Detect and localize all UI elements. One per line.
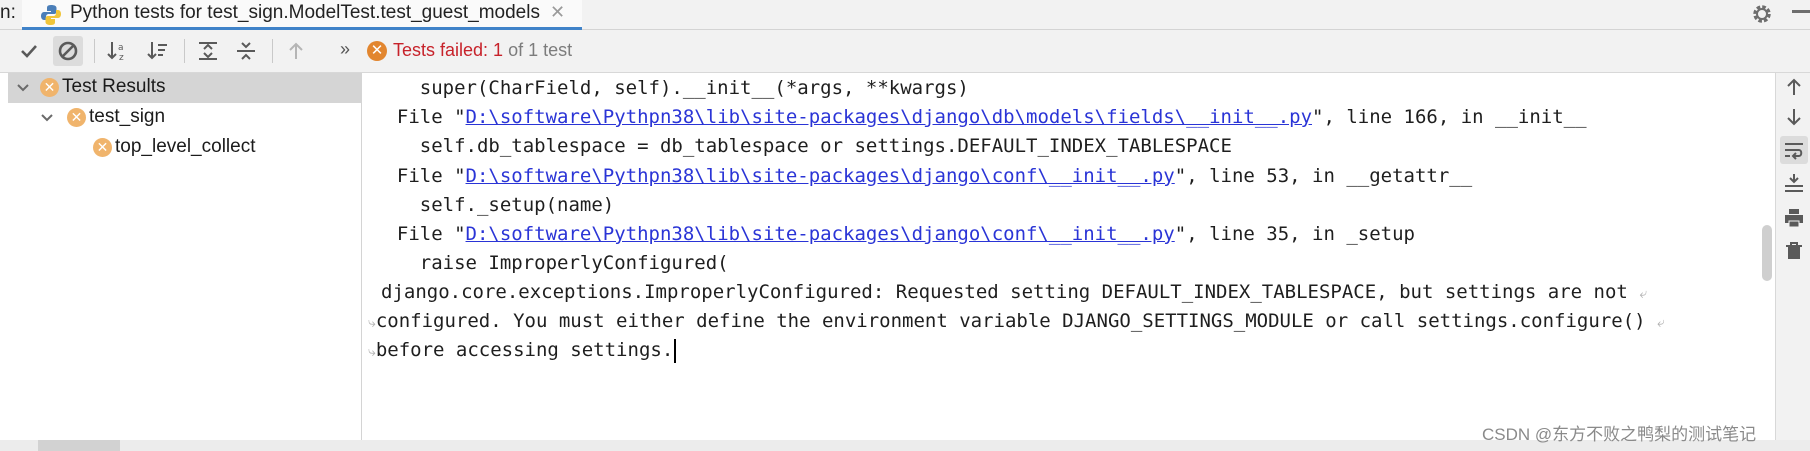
collapse-all-icon (237, 42, 255, 60)
test-status: Tests failed: 1 of 1 test (393, 40, 572, 61)
chevron-down-icon[interactable] (40, 111, 54, 125)
status-total: of 1 test (503, 40, 573, 60)
tab-title: Python tests for test_sign.ModelTest.tes… (70, 2, 540, 23)
tree-item-label: top_level_collect (115, 136, 256, 157)
console-line: django.core.exceptions.ImproperlyConfigu… (381, 281, 1648, 303)
svg-text:a: a (118, 43, 124, 53)
sort-alphabetically-button[interactable]: a z (103, 36, 133, 66)
test-results-tree: ✕ Test Results ✕ test_sign ✕ top_level_c… (0, 73, 362, 440)
watermark: CSDN @东方不败之鸭梨的测试笔记 (1482, 425, 1757, 444)
status-failed-count: 1 (493, 40, 504, 60)
tree-item-test-results[interactable]: ✕ Test Results (8, 73, 362, 103)
toolbar-separator (272, 39, 273, 63)
console-line: File "D:\software\Pythpn38\lib\site-pack… (396, 165, 1473, 187)
console-line: raise ImproperlyConfigured( (419, 252, 729, 274)
print-icon (1785, 209, 1803, 228)
collapse-all-button[interactable] (231, 36, 261, 66)
soft-wrap-icon: ⤷ (368, 344, 376, 360)
soft-wrap-icon: ⤶ (1657, 315, 1665, 331)
run-label: n: (0, 2, 16, 23)
more-actions-icon[interactable]: » (340, 39, 350, 60)
previous-failed-test-button[interactable] (281, 36, 311, 66)
tree-item-label: Test Results (62, 76, 166, 97)
previous-failure-icon (289, 42, 303, 59)
soft-wrap-icon: ⤶ (1639, 286, 1648, 302)
console-line: self.db_tablespace = db_tablespace or se… (419, 135, 1232, 157)
show-ignored-button[interactable] (53, 36, 83, 66)
soft-wrap-icon: ⤷ (368, 315, 376, 331)
console-scrollbar[interactable] (1762, 225, 1772, 281)
console-side-toolbar (1775, 73, 1810, 440)
test-toolbar: a z » ✕ Tests failed: 1 of 1 test (0, 30, 1810, 73)
console-line: File "D:\software\Pythpn38\lib\site-pack… (396, 223, 1415, 245)
file-link[interactable]: D:\software\Pythpn38\lib\site-packages\d… (466, 106, 1312, 128)
file-link[interactable]: D:\software\Pythpn38\lib\site-packages\d… (466, 223, 1175, 245)
console-output[interactable]: super(CharField, self).__init__(*args, *… (362, 73, 1762, 440)
scroll-to-end-button[interactable] (1780, 169, 1808, 197)
status-failed-label: Tests failed: (393, 40, 494, 60)
trash-icon (1786, 242, 1802, 259)
file-link[interactable]: D:\software\Pythpn38\lib\site-packages\d… (466, 165, 1175, 187)
console-line: ⤷configured. You must either define the … (368, 310, 1665, 332)
print-button[interactable] (1780, 204, 1808, 232)
up-stack-button[interactable] (1780, 73, 1808, 101)
down-stack-button[interactable] (1780, 103, 1808, 131)
gear-icon[interactable] (1750, 2, 1774, 26)
show-passed-button[interactable] (14, 36, 44, 66)
console-line: super(CharField, self).__init__(*args, *… (419, 77, 969, 99)
svg-text:z: z (119, 53, 124, 63)
toolbar-separator (184, 39, 185, 63)
expand-all-icon (199, 42, 217, 60)
close-icon[interactable]: ✕ (550, 2, 565, 23)
console-line: self._setup(name) (419, 194, 615, 216)
run-tab-bar: n: Python tests for test_sign.ModelTest.… (0, 0, 1810, 30)
minimize-icon[interactable] (1792, 10, 1810, 13)
stop-icon (58, 41, 78, 61)
text-caret (674, 338, 677, 363)
sort-alpha-icon: a z (107, 42, 124, 63)
tree-item-test-sign[interactable]: ✕ test_sign (8, 103, 362, 133)
sort-by-duration-button[interactable] (143, 36, 173, 66)
chevron-down-icon[interactable] (16, 81, 30, 95)
failed-status-icon: ✕ (367, 41, 387, 61)
bottom-tab[interactable] (38, 440, 120, 451)
tree-item-top-level-collect[interactable]: ✕ top_level_collect (8, 133, 362, 163)
soft-wrap-button[interactable] (1780, 136, 1808, 164)
tree-item-label: test_sign (89, 106, 166, 127)
sort-duration-icon (147, 42, 167, 60)
failed-test-icon: ✕ (67, 108, 86, 127)
expand-all-button[interactable] (193, 36, 223, 66)
console-line: ⤷before accessing settings. (368, 335, 677, 365)
soft-wrap-icon (1785, 143, 1803, 160)
check-icon (21, 45, 37, 58)
console-line: File "D:\software\Pythpn38\lib\site-pack… (396, 106, 1587, 128)
tab-python-tests[interactable]: Python tests for test_sign.ModelTest.tes… (22, 0, 582, 30)
clear-all-button[interactable] (1780, 237, 1808, 265)
arrow-up-icon (1787, 78, 1801, 95)
python-icon (41, 5, 61, 25)
toolbar-separator (94, 39, 95, 63)
failed-test-icon: ✕ (93, 138, 112, 157)
arrow-down-icon (1787, 109, 1801, 126)
failed-test-icon: ✕ (40, 78, 59, 97)
scroll-to-end-icon (1785, 174, 1803, 192)
